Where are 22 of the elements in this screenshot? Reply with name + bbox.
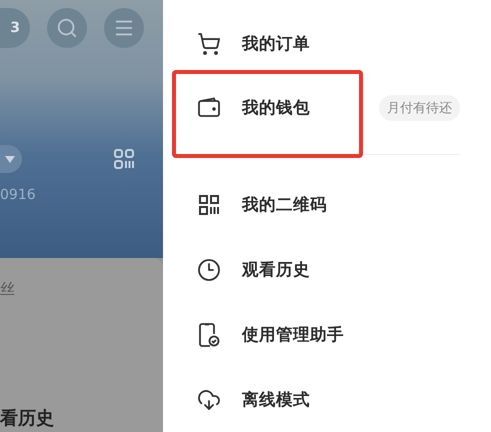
- menu-item[interactable]: 使用管理助手: [163, 302, 460, 367]
- menu-item[interactable]: 我的钱包 月付有待还: [163, 76, 460, 140]
- fans-label: 丝: [0, 280, 16, 299]
- cart-icon: [197, 32, 221, 56]
- menu-item[interactable]: 我的二维码: [163, 172, 460, 237]
- clock-icon: [197, 258, 221, 282]
- status-tag: 月付有待还: [379, 95, 460, 121]
- cloud-download-icon: [197, 388, 221, 412]
- qr-code-icon[interactable]: [113, 148, 135, 170]
- wallet-icon: [197, 97, 221, 119]
- account-number: 0916: [0, 187, 37, 203]
- history-label: 看历史: [0, 407, 55, 430]
- menu-item[interactable]: 离线模式: [163, 367, 460, 432]
- menu-item[interactable]: 观看历史: [163, 237, 460, 302]
- menu-button[interactable]: [104, 8, 144, 48]
- caret-icon: [5, 156, 15, 162]
- menu-item[interactable]: 我的订单: [163, 12, 460, 76]
- qr-code-icon: [198, 194, 220, 216]
- phone-check-icon: [198, 322, 220, 348]
- search-icon: [56, 17, 78, 39]
- dropdown-button[interactable]: [0, 145, 22, 173]
- search-button[interactable]: [47, 8, 87, 48]
